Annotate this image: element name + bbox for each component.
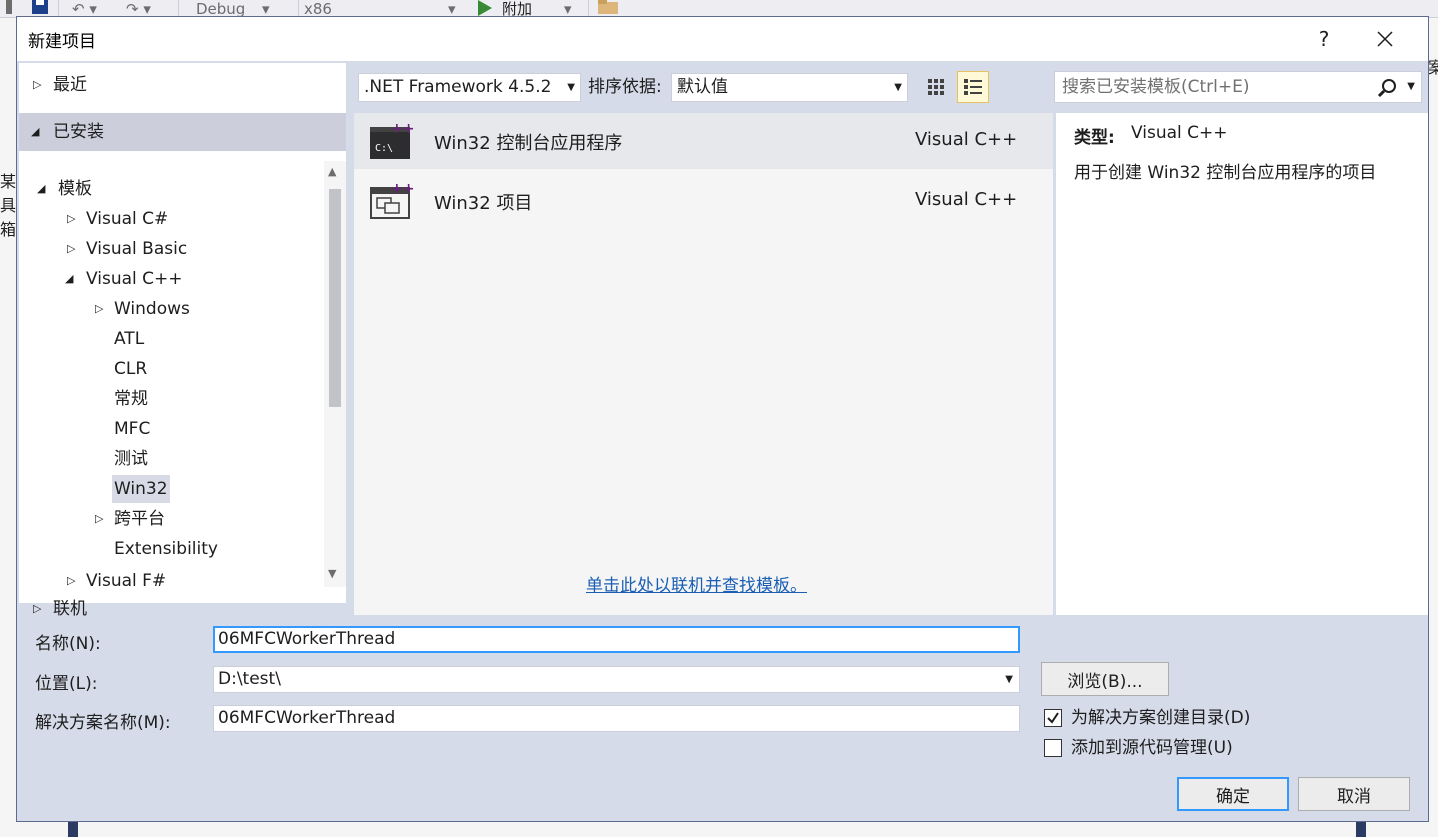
ide-right-panel: 案 bbox=[1428, 18, 1438, 837]
ide-left-panel: 某 具箱 bbox=[0, 18, 16, 837]
location-value: D:\test\ bbox=[218, 669, 281, 689]
ide-statusbar bbox=[0, 820, 1438, 837]
sort-value: 默认值 bbox=[677, 77, 728, 97]
ide-left-text: 某 bbox=[0, 172, 17, 191]
tree-item-clr[interactable]: CLR bbox=[114, 355, 147, 383]
chevron-down-icon[interactable]: ◢ bbox=[65, 265, 73, 293]
chevron-down-icon: ◢ bbox=[31, 125, 40, 138]
location-input[interactable]: D:\test\ ▼ bbox=[213, 666, 1020, 693]
find-templates-online-link[interactable]: 单击此处以联机并查找模板。 bbox=[586, 571, 807, 596]
browse-button[interactable]: 浏览(B)... bbox=[1041, 662, 1169, 696]
cancel-button[interactable]: 取消 bbox=[1298, 777, 1410, 811]
tree-item-windows[interactable]: Windows bbox=[114, 295, 190, 323]
close-icon bbox=[1377, 31, 1393, 47]
search-input[interactable]: 搜索已安装模板(Ctrl+E) ▼ bbox=[1054, 71, 1422, 103]
template-list: C:\ ++ Win32 控制台应用程序 Visual C++ ++ Win32… bbox=[354, 113, 1053, 615]
dialog-title: 新建项目 bbox=[28, 32, 96, 52]
template-item[interactable]: C:\ ++ Win32 控制台应用程序 Visual C++ bbox=[354, 113, 1053, 169]
framework-value: .NET Framework 4.5.2 bbox=[364, 77, 552, 97]
help-button[interactable]: ? bbox=[1301, 17, 1347, 61]
chevron-right-icon[interactable]: ▷ bbox=[67, 205, 75, 233]
solution-name-input[interactable]: 06MFCWorkerThread bbox=[213, 705, 1020, 732]
ide-left-text: 具箱 bbox=[0, 196, 17, 239]
sort-dropdown[interactable]: 默认值 ▼ bbox=[671, 73, 908, 102]
template-description-panel: 类型: Visual C++ 用于创建 Win32 控制台应用程序的项目 bbox=[1056, 113, 1428, 615]
close-button[interactable] bbox=[1362, 17, 1408, 61]
chevron-down-icon[interactable]: ▼ bbox=[1005, 667, 1013, 692]
framework-dropdown[interactable]: .NET Framework 4.5.2 ▼ bbox=[358, 73, 581, 102]
tree-item-templates[interactable]: 模板 bbox=[58, 175, 92, 203]
chevron-right-icon: ▷ bbox=[33, 78, 42, 91]
create-directory-label: 为解决方案创建目录(D) bbox=[1071, 708, 1251, 728]
svg-text:++: ++ bbox=[391, 121, 413, 137]
view-small-icons-button[interactable] bbox=[920, 71, 952, 103]
dialog-titlebar: 新建项目 ? bbox=[17, 17, 1428, 61]
scroll-down-icon[interactable]: ▼ bbox=[328, 567, 336, 580]
template-name: Win32 控制台应用程序 bbox=[434, 133, 623, 154]
chevron-right-icon[interactable]: ▷ bbox=[95, 295, 103, 323]
nav-online[interactable]: ▷ 联机 bbox=[19, 594, 346, 624]
chevron-right-icon[interactable]: ▷ bbox=[67, 567, 75, 587]
tree-clip: ▷ Visual F# bbox=[19, 567, 324, 587]
chevron-right-icon[interactable]: ▷ bbox=[67, 235, 75, 263]
chevron-down-icon[interactable]: ◢ bbox=[37, 175, 45, 203]
template-language: Visual C++ bbox=[915, 189, 1018, 210]
project-name-input[interactable]: 06MFCWorkerThread bbox=[213, 626, 1020, 653]
ok-button[interactable]: 确定 bbox=[1177, 777, 1289, 811]
scroll-up-icon[interactable]: ▲ bbox=[328, 165, 336, 178]
tree-item-atl[interactable]: ATL bbox=[114, 325, 144, 353]
template-item[interactable]: ++ Win32 项目 Visual C++ bbox=[354, 173, 1053, 229]
nav-recent[interactable]: ▷ 最近 bbox=[19, 70, 346, 100]
source-control-checkbox[interactable] bbox=[1044, 739, 1062, 757]
chevron-down-icon[interactable]: ▼ bbox=[1407, 72, 1415, 102]
search-placeholder: 搜索已安装模板(Ctrl+E) bbox=[1062, 77, 1250, 97]
chevron-right-icon: ▷ bbox=[33, 602, 42, 615]
console-app-icon: C:\ ++ bbox=[370, 121, 413, 159]
tree-item-visual-fsharp[interactable]: Visual F# bbox=[86, 567, 166, 587]
new-project-dialog: 新建项目 ? ▷ 最近 ◢ 已安装 ◢ 模板 ▷ Visual C# ▷ Vis… bbox=[16, 16, 1429, 822]
tree-scrollbar[interactable]: ▲ ▼ bbox=[324, 161, 346, 587]
win32-project-icon: ++ bbox=[370, 181, 413, 219]
checkmark-icon bbox=[1047, 712, 1059, 724]
chevron-right-icon[interactable]: ▷ bbox=[95, 505, 103, 533]
nav-online-label: 联机 bbox=[53, 599, 87, 619]
tree-item-general[interactable]: 常规 bbox=[114, 385, 148, 413]
ide-right-text: 案 bbox=[1428, 58, 1438, 77]
grid-view-icon bbox=[928, 79, 944, 95]
source-control-label: 添加到源代码管理(U) bbox=[1071, 738, 1233, 758]
scroll-thumb[interactable] bbox=[329, 189, 341, 407]
svg-text:++: ++ bbox=[391, 181, 413, 197]
chevron-down-icon: ▼ bbox=[894, 82, 902, 93]
nav-recent-label: 最近 bbox=[53, 75, 87, 95]
tree-item-visual-basic[interactable]: Visual Basic bbox=[86, 235, 187, 263]
name-label: 名称(N): bbox=[35, 634, 101, 654]
svg-text:C:\: C:\ bbox=[375, 143, 393, 154]
tree-item-mfc[interactable]: MFC bbox=[114, 415, 150, 443]
solution-name-value: 06MFCWorkerThread bbox=[218, 708, 396, 728]
tree-item-visual-csharp[interactable]: Visual C# bbox=[86, 205, 168, 233]
type-label: 类型: bbox=[1074, 128, 1115, 148]
create-directory-checkbox[interactable] bbox=[1044, 709, 1062, 727]
view-list-button[interactable] bbox=[957, 71, 989, 103]
search-icon[interactable] bbox=[1377, 78, 1397, 98]
tree-item-win32[interactable]: Win32 bbox=[112, 475, 170, 503]
location-label: 位置(L): bbox=[35, 674, 98, 694]
project-name-value: 06MFCWorkerThread bbox=[218, 629, 396, 649]
tree-item-test[interactable]: 测试 bbox=[114, 445, 148, 473]
sort-label: 排序依据: bbox=[588, 77, 662, 97]
list-view-icon bbox=[964, 79, 982, 95]
solution-name-label: 解决方案名称(M): bbox=[35, 713, 171, 733]
tree-item-visual-cpp[interactable]: Visual C++ bbox=[86, 265, 183, 293]
description-text: 用于创建 Win32 控制台应用程序的项目 bbox=[1074, 163, 1377, 183]
tree-item-cross-platform[interactable]: 跨平台 bbox=[114, 505, 165, 533]
nav-installed-label: 已安装 bbox=[53, 122, 104, 142]
template-nav: ▷ 最近 ◢ 已安装 ◢ 模板 ▷ Visual C# ▷ Visual Bas… bbox=[19, 63, 346, 619]
nav-installed[interactable]: ◢ 已安装 bbox=[19, 113, 346, 151]
template-language: Visual C++ bbox=[915, 129, 1018, 150]
tree-item-extensibility[interactable]: Extensibility bbox=[114, 535, 218, 563]
template-name: Win32 项目 bbox=[434, 193, 533, 214]
type-value: Visual C++ bbox=[1131, 123, 1228, 143]
chevron-down-icon: ▼ bbox=[567, 82, 575, 93]
